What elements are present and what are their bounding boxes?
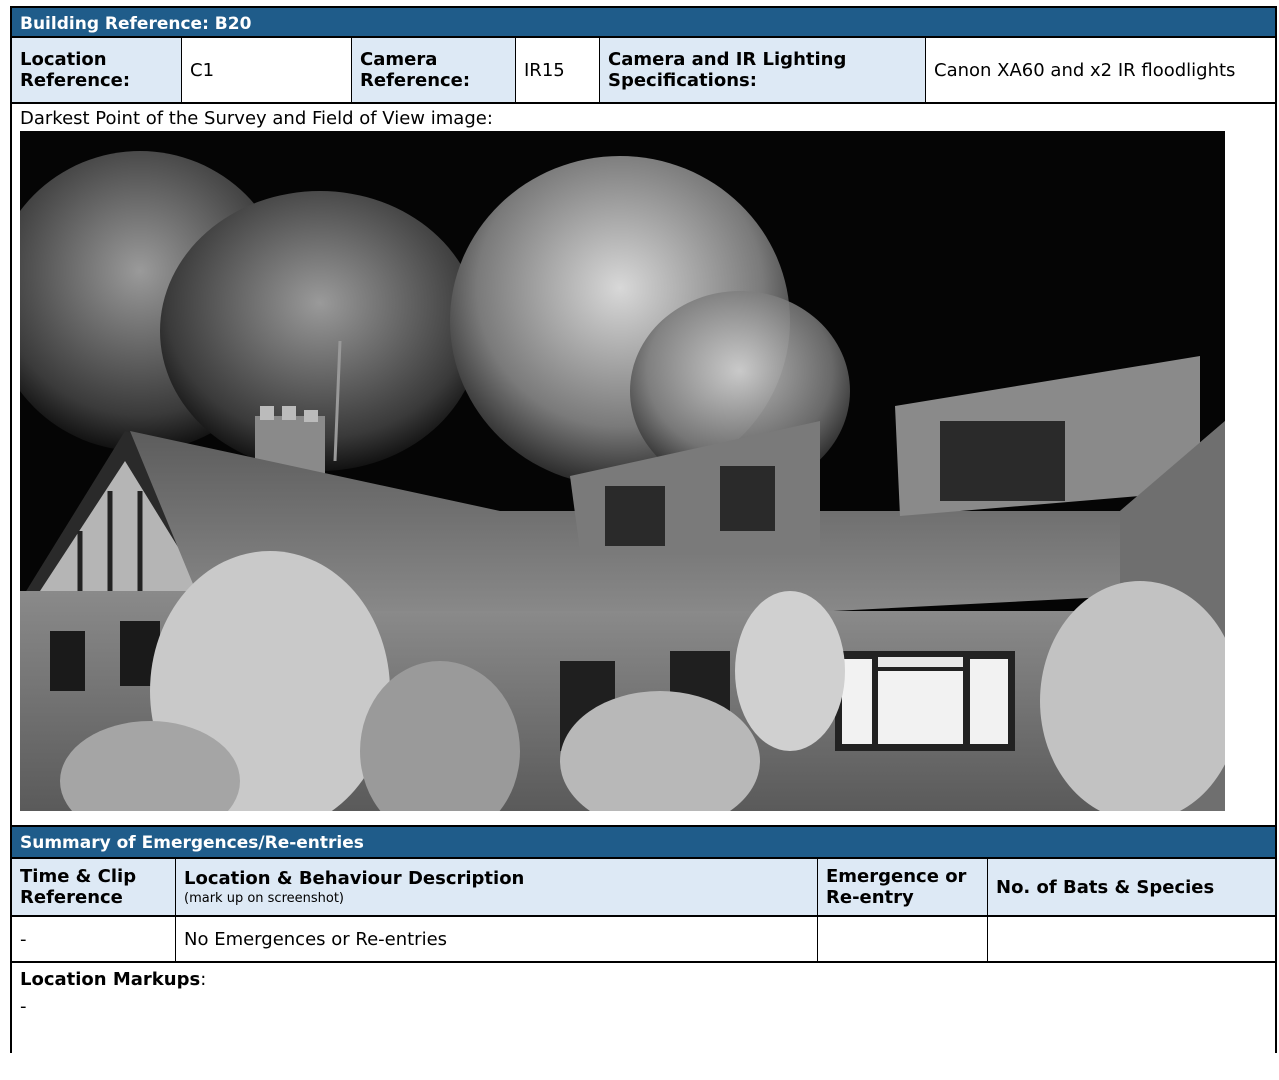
camera-reference-value: IR15 — [516, 38, 600, 102]
building-reference-banner: Building Reference: B20 — [10, 6, 1277, 38]
row-location-cell: No Emergences or Re-entries — [176, 917, 818, 961]
time-clip-header: Time & Clip Reference — [12, 859, 176, 915]
bats-species-header-text: No. of Bats & Species — [996, 876, 1215, 898]
survey-sheet: Building Reference: B20 Location Referen… — [10, 6, 1277, 1053]
summary-banner: Summary of Emergences/Re-entries — [10, 827, 1277, 859]
location-markups-heading: Location Markups: — [20, 969, 1267, 990]
location-behaviour-header: Location & Behaviour Description (mark u… — [176, 859, 818, 915]
row-bats-cell — [988, 917, 1275, 961]
location-behaviour-note: (mark up on screenshot) — [184, 891, 345, 906]
summary-header-row: Time & Clip Reference Location & Behavio… — [10, 859, 1277, 917]
camera-spec-label: Camera and IR Lighting Specifications: — [600, 38, 926, 102]
location-reference-label: Location Reference: — [12, 38, 182, 102]
info-row: Location Reference: C1 Camera Reference:… — [10, 38, 1277, 104]
location-reference-value: C1 — [182, 38, 352, 102]
survey-field-of-view-image — [20, 131, 1225, 811]
camera-spec-value: Canon XA60 and x2 IR floodlights — [934, 59, 1236, 81]
emergence-header: Emergence or Re-entry — [818, 859, 988, 915]
location-markups-colon: : — [200, 969, 207, 990]
camera-reference-label: Camera Reference: — [352, 38, 516, 102]
survey-image-section: Darkest Point of the Survey and Field of… — [10, 104, 1277, 827]
bats-species-header: No. of Bats & Species — [988, 859, 1275, 915]
location-markups-value: - — [20, 996, 27, 1017]
row-time-cell: - — [12, 917, 176, 961]
location-markups-label: Location Markups — [20, 969, 201, 990]
survey-image-caption: Darkest Point of the Survey and Field of… — [20, 108, 493, 129]
time-clip-header-text: Time & Clip Reference — [20, 866, 137, 908]
row-emergence-cell — [818, 917, 988, 961]
location-behaviour-header-text: Location & Behaviour Description — [184, 868, 525, 889]
emergence-header-text: Emergence or Re-entry — [826, 866, 967, 908]
location-markups-section: Location Markups: - — [10, 963, 1277, 1053]
table-row: - No Emergences or Re-entries — [10, 917, 1277, 963]
